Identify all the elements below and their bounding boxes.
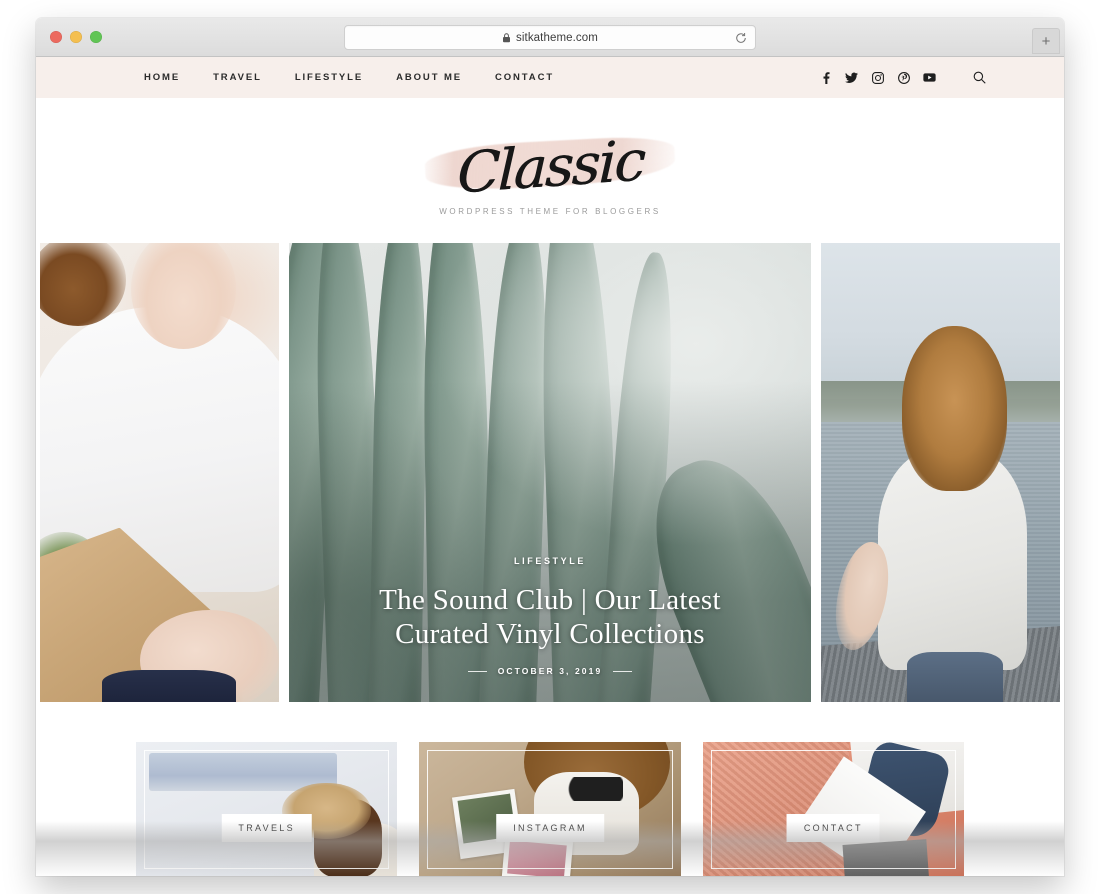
decor-skirt — [102, 669, 236, 702]
nav-menu: HOME TRAVEL LIFESTYLE ABOUT ME CONTACT — [144, 72, 554, 83]
hero-caption: LIFESTYLE The Sound Club | Our Latest Cu… — [289, 556, 811, 676]
hero-title-line-2: Curated Vinyl Collections — [395, 617, 705, 650]
hero-category-label[interactable]: LIFESTYLE — [289, 556, 811, 566]
dash-left-decoration — [467, 670, 487, 672]
zoom-window-button[interactable] — [90, 31, 102, 43]
promo-card-contact-image — [702, 742, 964, 876]
browser-window: sitkatheme.com + HOME TRAVEL LIFESTYLE A — [36, 18, 1064, 876]
promo-card-travels-label[interactable]: TRAVELS — [221, 814, 312, 842]
site-logo-block: Classic WORDPRESS THEME FOR BLOGGERS — [36, 98, 1064, 243]
site-navbar: HOME TRAVEL LIFESTYLE ABOUT ME CONTACT — [36, 57, 1064, 98]
promo-card-travels-image — [136, 742, 398, 876]
facebook-icon[interactable] — [819, 71, 832, 84]
hero-date-row: OCTOBER 3, 2019 — [289, 666, 811, 676]
browser-titlebar: sitkatheme.com + — [36, 18, 1064, 57]
promo-cards-row: TRAVELS INSTAGRAM CONTACT — [36, 702, 1064, 876]
site-logo-wordmark: Classic — [455, 128, 645, 207]
promo-card-instagram[interactable]: INSTAGRAM — [419, 742, 681, 876]
promo-card-contact[interactable]: CONTACT — [702, 742, 964, 876]
hero-featured-post[interactable]: LIFESTYLE The Sound Club | Our Latest Cu… — [289, 243, 811, 702]
instagram-icon[interactable] — [871, 71, 884, 84]
hero-row: LIFESTYLE The Sound Club | Our Latest Cu… — [36, 243, 1064, 702]
pinterest-icon[interactable] — [897, 71, 910, 84]
hero-post-date: OCTOBER 3, 2019 — [497, 666, 603, 676]
nav-item-lifestyle[interactable]: LIFESTYLE — [295, 72, 363, 83]
address-bar-url: sitkatheme.com — [516, 31, 598, 44]
address-bar[interactable]: sitkatheme.com — [344, 25, 756, 50]
nav-social-group — [819, 71, 986, 84]
reload-icon[interactable] — [735, 32, 747, 44]
decor-hair — [902, 325, 1008, 491]
promo-card-contact-label[interactable]: CONTACT — [786, 814, 880, 842]
promo-card-travels[interactable]: TRAVELS — [136, 742, 398, 876]
hero-left-post[interactable] — [40, 243, 279, 702]
dash-right-decoration — [613, 670, 633, 672]
decor-jeans — [907, 651, 1003, 702]
lock-icon — [502, 32, 511, 43]
hero-post-title[interactable]: The Sound Club | Our Latest Curated Viny… — [323, 583, 777, 651]
screenshot-stage: sitkatheme.com + HOME TRAVEL LIFESTYLE A — [0, 0, 1100, 894]
nav-item-travel[interactable]: TRAVEL — [213, 72, 262, 83]
promo-card-instagram-image — [419, 742, 681, 876]
logo-wrap[interactable]: Classic — [420, 125, 680, 211]
nav-item-contact[interactable]: CONTACT — [495, 72, 554, 83]
decor-laptop — [842, 839, 929, 876]
hero-left-image — [40, 243, 279, 702]
hero-right-post[interactable] — [821, 243, 1060, 702]
hero-title-line-1: The Sound Club | Our Latest — [379, 583, 721, 616]
nav-item-home[interactable]: HOME — [144, 72, 180, 83]
youtube-icon[interactable] — [923, 71, 936, 84]
decor-sunglasses — [565, 777, 624, 802]
close-window-button[interactable] — [50, 31, 62, 43]
window-controls[interactable] — [50, 31, 102, 43]
decor-polaroid — [500, 836, 573, 876]
twitter-icon[interactable] — [845, 71, 858, 84]
minimize-window-button[interactable] — [70, 31, 82, 43]
search-icon[interactable] — [973, 71, 986, 84]
hero-right-image — [821, 243, 1060, 702]
nav-item-about-me[interactable]: ABOUT ME — [396, 72, 462, 83]
website-content: HOME TRAVEL LIFESTYLE ABOUT ME CONTACT C… — [36, 57, 1064, 876]
new-tab-button[interactable]: + — [1032, 28, 1060, 54]
promo-card-instagram-label[interactable]: INSTAGRAM — [496, 814, 604, 842]
